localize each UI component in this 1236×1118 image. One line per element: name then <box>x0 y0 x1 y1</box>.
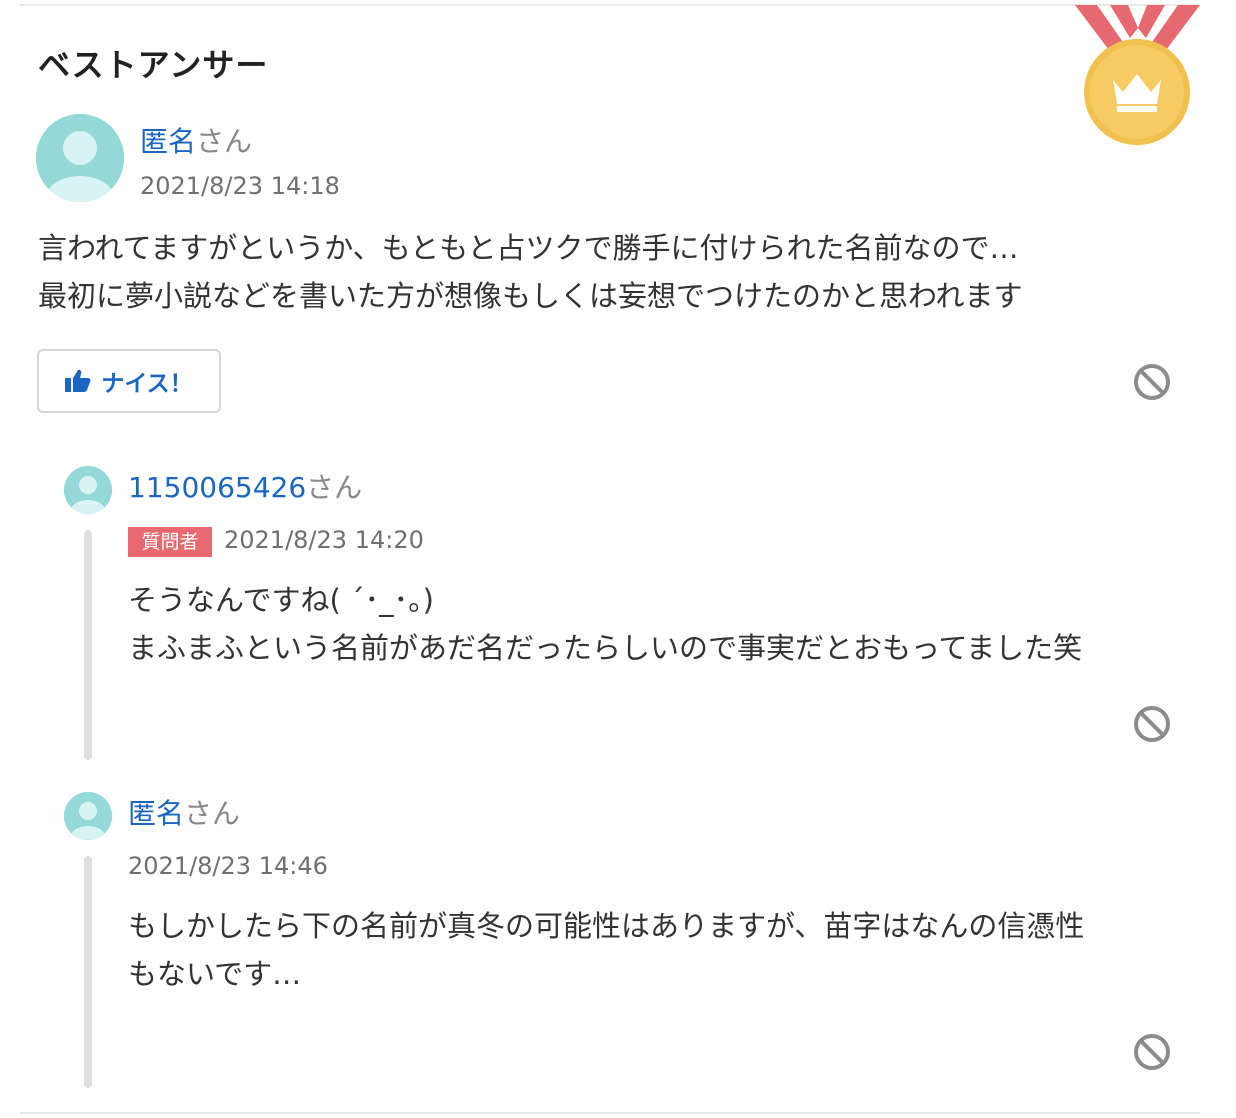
timestamp: 2021/8/23 14:46 <box>128 852 328 880</box>
report-ban-icon[interactable] <box>1132 704 1172 744</box>
answer-body: 言われてますがというか、もともと占ツクで勝手に付けられた名前なので… 最初に夢小… <box>38 224 1023 320</box>
answer-line: 最初に夢小説などを書いた方が想像もしくは妄想でつけたのかと思われます <box>38 279 1023 313</box>
reply-author-suffix: さん <box>306 471 363 504</box>
reply-line: そうなんですね( ˊ･_･。) <box>128 583 434 617</box>
reply-body: そうなんですね( ˊ･_･。) まふまふという名前があだ名だったらしいので事実だ… <box>128 576 1082 672</box>
author-name: 匿名さん <box>140 120 252 160</box>
timestamp: 2021/8/23 14:18 <box>140 172 340 200</box>
timestamp: 2021/8/23 14:20 <box>224 526 424 554</box>
reply-author-link[interactable]: 1150065426 <box>128 471 306 504</box>
answer-line: 言われてますがというか、もともと占ツクで勝手に付けられた名前なので… <box>38 231 1019 265</box>
author-link[interactable]: 匿名 <box>140 125 196 158</box>
reply-line: もないです… <box>128 957 302 991</box>
avatar[interactable] <box>36 114 124 202</box>
thread-line <box>84 856 92 1088</box>
thumbs-up-icon <box>65 369 91 392</box>
questioner-badge: 質問者 <box>128 527 212 557</box>
avatar[interactable] <box>64 466 112 514</box>
top-divider <box>20 4 1200 6</box>
reply-author-link[interactable]: 匿名 <box>128 797 184 830</box>
report-ban-icon[interactable] <box>1132 1032 1172 1072</box>
reply-author-name: 1150065426さん <box>128 466 362 506</box>
author-suffix: さん <box>196 125 253 158</box>
page-title: ベストアンサー <box>38 46 269 84</box>
avatar[interactable] <box>64 792 112 840</box>
nice-label: ナイス！ <box>101 371 193 397</box>
reply-line: まふまふという名前があだ名だったらしいので事実だとおもってました笑 <box>128 631 1083 665</box>
reply-author-suffix: さん <box>184 797 241 830</box>
report-ban-icon[interactable] <box>1132 362 1172 402</box>
reply-body: もしかしたら下の名前が真冬の可能性はありますが、苗字はなんの信憑性 もないです… <box>128 902 1084 998</box>
bottom-divider <box>20 1112 1200 1114</box>
reply-line: もしかしたら下の名前が真冬の可能性はありますが、苗字はなんの信憑性 <box>128 909 1085 943</box>
reply-author-name: 匿名さん <box>128 792 240 832</box>
thread-line <box>84 530 92 760</box>
nice-button[interactable]: ナイス！ <box>37 349 221 413</box>
best-answer-medal-icon <box>1070 0 1210 150</box>
